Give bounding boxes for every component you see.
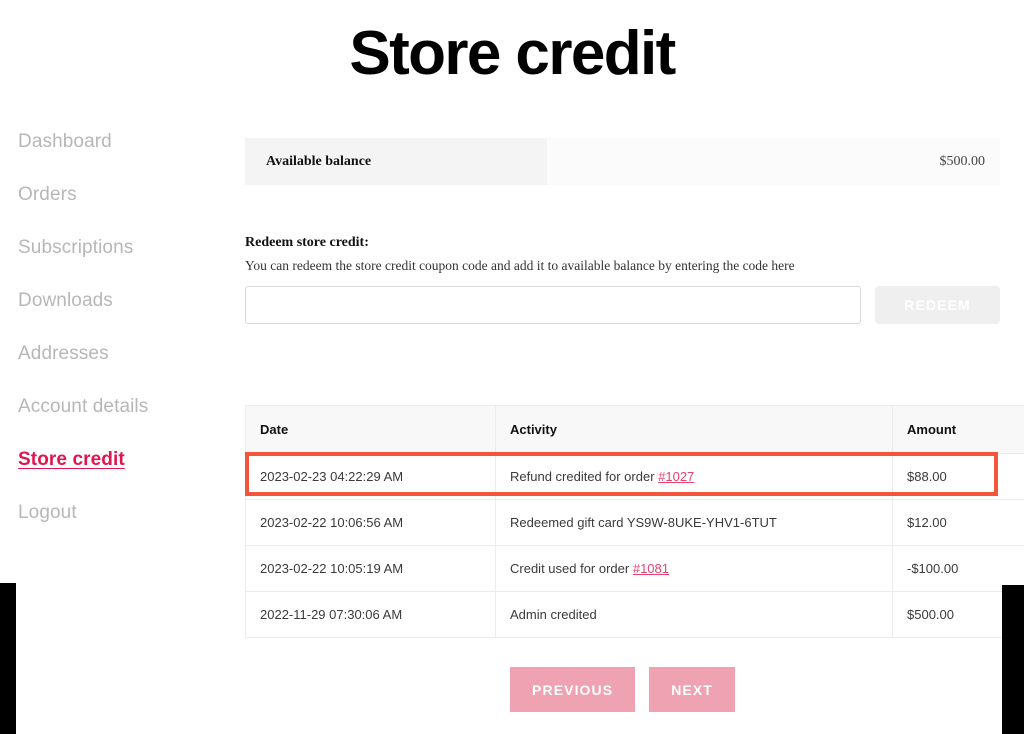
sidebar-item-addresses[interactable]: Addresses	[18, 344, 228, 363]
cell-date: 2023-02-22 10:05:19 AM	[245, 545, 496, 592]
available-balance-label-cell: Available balance	[245, 138, 547, 185]
table-row[interactable]: 2023-02-23 04:22:29 AM Refund credited f…	[245, 453, 1024, 500]
table-row[interactable]: 2023-02-22 10:06:56 AM Redeemed gift car…	[245, 499, 1024, 546]
pagination-controls: PREVIOUS NEXT	[245, 667, 1000, 712]
previous-page-button[interactable]: PREVIOUS	[510, 667, 636, 712]
cell-activity: Credit used for order #1081	[495, 545, 893, 592]
order-link[interactable]: #1027	[658, 469, 694, 484]
sidebar-item-downloads[interactable]: Downloads	[18, 291, 228, 310]
redeem-description: You can redeem the store credit coupon c…	[245, 258, 795, 273]
cell-activity: Admin credited	[495, 591, 893, 638]
activity-table-header-row: Date Activity Amount	[245, 405, 1024, 454]
cell-amount: $12.00	[892, 499, 1024, 546]
cell-amount: $88.00	[892, 453, 1024, 500]
order-link[interactable]: #1081	[633, 561, 669, 576]
redeem-button[interactable]: REDEEM	[875, 286, 1000, 324]
next-page-button[interactable]: NEXT	[649, 667, 735, 712]
activity-table-body: 2023-02-23 04:22:29 AM Refund credited f…	[245, 453, 1024, 638]
sidebar-item-dashboard[interactable]: Dashboard	[18, 132, 228, 151]
available-balance-value-cell: $500.00	[547, 138, 1000, 185]
table-row[interactable]: 2022-11-29 07:30:06 AM Admin credited $5…	[245, 591, 1024, 638]
column-header-amount[interactable]: Amount	[892, 405, 1024, 454]
page-title: Store credit	[349, 18, 676, 88]
sidebar-item-store-credit[interactable]: Store credit	[18, 450, 228, 469]
activity-text: Refund credited for order	[510, 469, 659, 484]
redeem-heading: Redeem store credit:	[245, 235, 369, 250]
table-row[interactable]: 2023-02-22 10:05:19 AM Credit used for o…	[245, 545, 1024, 592]
redeem-form: REDEEM	[245, 286, 1000, 324]
cell-activity: Redeemed gift card YS9W-8UKE-YHV1-6TUT	[495, 499, 893, 546]
activity-table-head: Date Activity Amount	[245, 405, 1024, 454]
activity-text: Credit used for order	[510, 561, 633, 576]
cell-date: 2023-02-22 10:06:56 AM	[245, 499, 496, 546]
cell-activity: Refund credited for order #1027	[495, 453, 893, 500]
activity-text: Redeemed gift card YS9W-8UKE-YHV1-6TUT	[510, 515, 777, 530]
cell-date: 2023-02-23 04:22:29 AM	[245, 453, 496, 500]
available-balance-amount: $500.00	[939, 153, 986, 169]
redeem-code-input[interactable]	[245, 286, 861, 324]
available-balance-label: Available balance	[266, 153, 372, 169]
sidebar-item-logout[interactable]: Logout	[18, 503, 228, 522]
available-balance-row: Available balance $500.00	[245, 138, 1000, 185]
account-sidebar: Dashboard Orders Subscriptions Downloads…	[18, 132, 228, 556]
left-edge-bar	[0, 583, 16, 734]
right-edge-bar	[1002, 585, 1024, 734]
activity-text: Admin credited	[510, 607, 597, 622]
sidebar-item-subscriptions[interactable]: Subscriptions	[18, 238, 228, 257]
sidebar-item-account-details[interactable]: Account details	[18, 397, 228, 416]
sidebar-item-orders[interactable]: Orders	[18, 185, 228, 204]
column-header-date[interactable]: Date	[245, 405, 496, 454]
column-header-activity[interactable]: Activity	[495, 405, 893, 454]
store-credit-activity-table: Date Activity Amount 2023-02-23 04:22:29…	[245, 405, 1024, 638]
cell-date: 2022-11-29 07:30:06 AM	[245, 591, 496, 638]
